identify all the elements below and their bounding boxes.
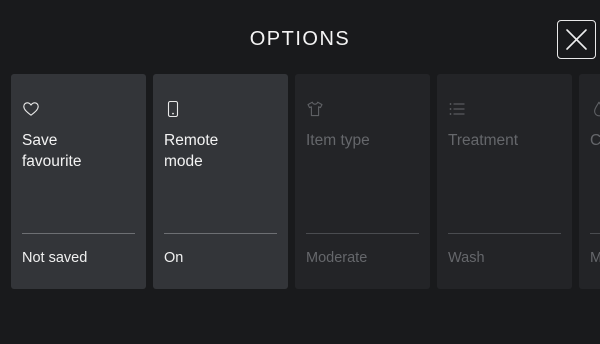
close-button[interactable] [557, 20, 596, 59]
option-label: C [590, 132, 600, 149]
option-label: Treatment [448, 132, 519, 149]
option-card-remote-mode[interactable]: Remote mode On [153, 74, 288, 289]
close-icon [566, 29, 587, 50]
options-screen: OPTIONS Save favourite Not saved Remote … [0, 0, 600, 344]
option-value: M [590, 250, 600, 266]
option-value: Wash [448, 250, 485, 266]
divider [306, 233, 419, 234]
page-title: OPTIONS [249, 28, 351, 50]
list-icon [449, 103, 465, 115]
drop-icon [594, 101, 600, 117]
option-card-item-type[interactable]: Item type Moderate [295, 74, 430, 289]
option-value: Not saved [22, 250, 88, 266]
option-label: Item type [306, 132, 370, 149]
phone-icon [167, 100, 179, 118]
heart-icon [23, 102, 39, 116]
options-carousel[interactable]: Save favourite Not saved Remote mode On … [0, 74, 600, 289]
divider [590, 233, 600, 234]
option-label: Remote mode [164, 132, 219, 170]
divider [448, 233, 561, 234]
divider [22, 233, 135, 234]
option-value: On [164, 250, 184, 266]
divider [164, 233, 277, 234]
shirt-icon [307, 101, 323, 117]
option-card-partial[interactable]: C M [579, 74, 600, 289]
option-value: Moderate [306, 250, 368, 266]
option-card-save-favourite[interactable]: Save favourite Not saved [11, 74, 146, 289]
option-card-treatment[interactable]: Treatment Wash [437, 74, 572, 289]
option-label: Save favourite [22, 132, 82, 170]
